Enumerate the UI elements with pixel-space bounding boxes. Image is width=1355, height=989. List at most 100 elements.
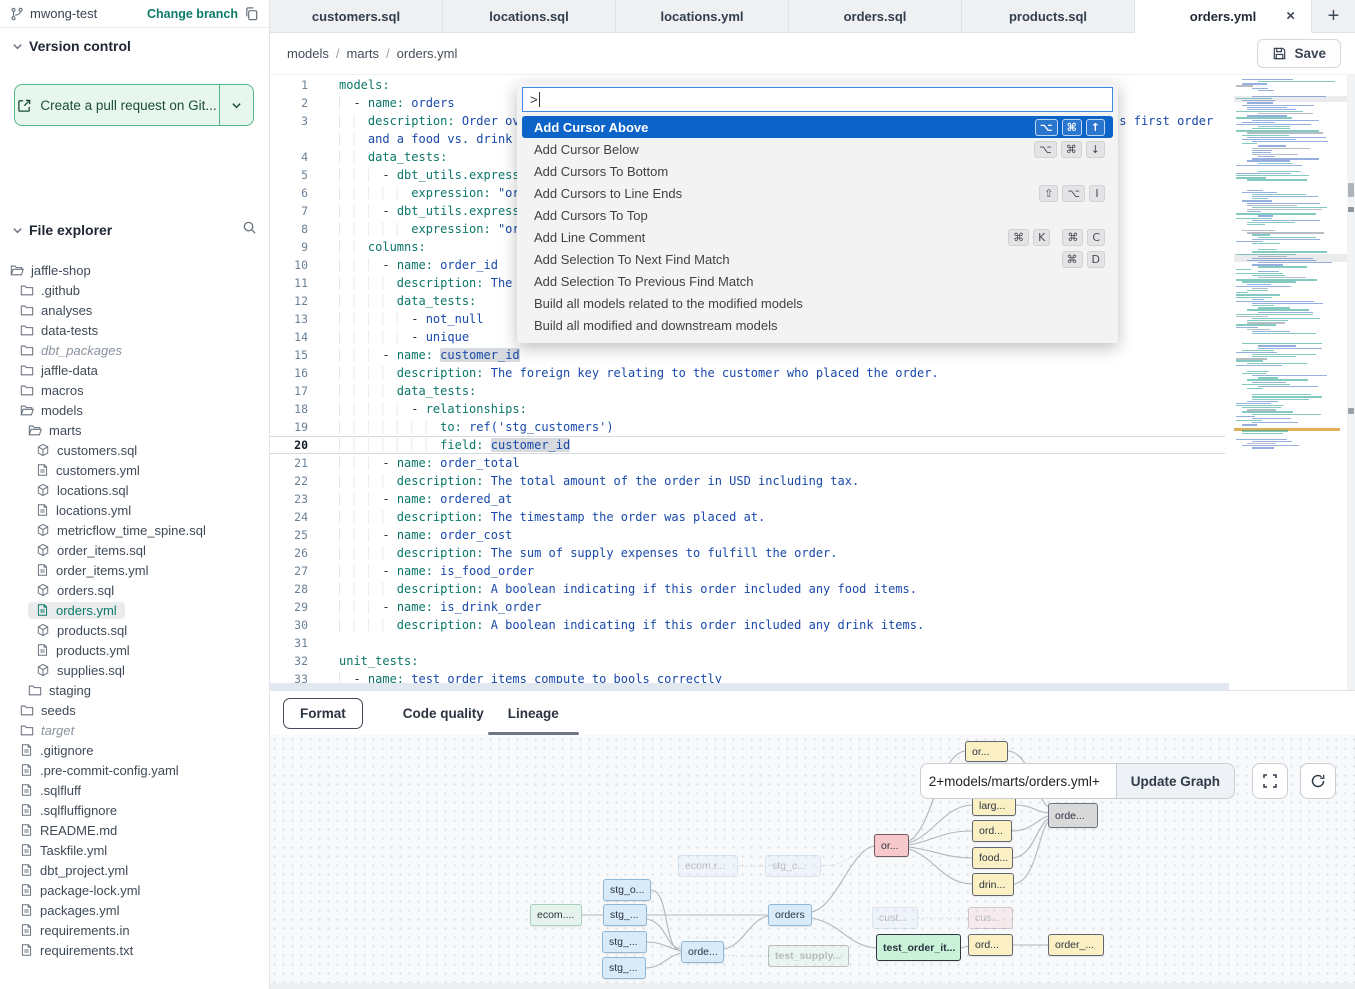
pr-button-caret[interactable]: [219, 85, 253, 125]
file-tree-item-locations.sql[interactable]: locations.sql: [0, 480, 269, 500]
code-line[interactable]: 17 data_tests:: [270, 382, 1225, 400]
file-search-icon[interactable]: [242, 220, 257, 235]
file-tree-item-.github[interactable]: .github: [0, 280, 269, 300]
code-line[interactable]: 27 - name: is_food_order: [270, 562, 1225, 580]
lineage-node-stg_[interactable]: stg_...: [602, 931, 647, 953]
tab-locations.sql[interactable]: locations.sql: [443, 0, 616, 32]
lineage-node-or[interactable]: or...: [965, 741, 1008, 762]
file-tree-item-packages.yml[interactable]: packages.yml: [0, 900, 269, 920]
breadcrumb-marts[interactable]: marts: [347, 46, 380, 61]
bottom-tab-lineage[interactable]: Lineage: [496, 693, 571, 734]
code-line[interactable]: 15 - name: customer_id: [270, 346, 1225, 364]
breadcrumb-file[interactable]: orders.yml: [397, 46, 458, 61]
file-tree-item-supplies.sql[interactable]: supplies.sql: [0, 660, 269, 680]
breadcrumb-models[interactable]: models: [287, 46, 329, 61]
new-tab-button[interactable]: +: [1312, 0, 1355, 32]
tab-orders.sql[interactable]: orders.sql: [789, 0, 962, 32]
file-tree-item-products.yml[interactable]: products.yml: [0, 640, 269, 660]
lineage-selector-input[interactable]: [920, 763, 1116, 799]
code-line[interactable]: 16 description: The foreign key relating…: [270, 364, 1225, 382]
file-tree-item-requirements.in[interactable]: requirements.in: [0, 920, 269, 940]
file-tree-item-metricflow_time_spine.sql[interactable]: metricflow_time_spine.sql: [0, 520, 269, 540]
code-line[interactable]: 23 - name: ordered_at: [270, 490, 1225, 508]
palette-item-add-cursor-below[interactable]: Add Cursor Below⌥⌘↓: [522, 138, 1113, 160]
file-tree-item-.sqlfluffignore[interactable]: .sqlfluffignore: [0, 800, 269, 820]
file-tree-item-staging[interactable]: staging: [0, 680, 269, 700]
lineage-node-ecomr[interactable]: ecom.r...: [678, 855, 738, 877]
lineage-node-stg_o[interactable]: stg_o...: [603, 879, 651, 901]
file-tree-item-orders.yml[interactable]: orders.yml: [0, 600, 269, 620]
lineage-node-stg_[interactable]: stg_...: [602, 957, 646, 979]
fullscreen-button[interactable]: [1252, 763, 1288, 799]
change-branch-link[interactable]: Change branch: [147, 7, 238, 21]
file-tree-item-customers.sql[interactable]: customers.sql: [0, 440, 269, 460]
code-line[interactable]: 29 - name: is_drink_order: [270, 598, 1225, 616]
code-line[interactable]: 28 description: A boolean indicating if …: [270, 580, 1225, 598]
editor-hscrollbar[interactable]: [270, 683, 1229, 690]
lineage-node-ord[interactable]: ord...: [968, 934, 1013, 956]
palette-item-add-selection-to-next-find-match[interactable]: Add Selection To Next Find Match⌘D: [522, 248, 1113, 270]
lineage-node-cust[interactable]: cust...: [872, 907, 918, 929]
code-line[interactable]: 18 - relationships:: [270, 400, 1225, 418]
palette-item-build-all-modified-and-downstream-models[interactable]: Build all modified and downstream models: [522, 314, 1113, 336]
lineage-node-drin[interactable]: drin...: [972, 873, 1014, 896]
code-line[interactable]: 22 description: The total amount of the …: [270, 472, 1225, 490]
code-line[interactable]: 31: [270, 634, 1225, 652]
refresh-button[interactable]: [1300, 763, 1336, 799]
file-tree-item-analyses[interactable]: analyses: [0, 300, 269, 320]
file-tree-item-marts[interactable]: marts: [0, 420, 269, 440]
code-line[interactable]: 26 description: The sum of supply expens…: [270, 544, 1225, 562]
editor-scrollbar[interactable]: [1347, 75, 1355, 690]
lineage-node-orde[interactable]: orde...: [1048, 803, 1098, 828]
lineage-node-test_order_it[interactable]: test_order_it...: [876, 934, 961, 961]
tab-customers.sql[interactable]: customers.sql: [270, 0, 443, 32]
lineage-node-orders[interactable]: orders: [768, 904, 812, 926]
file-tree-item-data-tests[interactable]: data-tests: [0, 320, 269, 340]
lineage-node-orde[interactable]: orde...: [681, 941, 724, 963]
file-tree-item-seeds[interactable]: seeds: [0, 700, 269, 720]
lineage-node-stg_c[interactable]: stg_c...: [765, 855, 821, 877]
lineage-node-food[interactable]: food...: [972, 847, 1013, 869]
close-tab-icon[interactable]: ×: [1286, 9, 1295, 24]
file-tree-item-README.md[interactable]: README.md: [0, 820, 269, 840]
save-button[interactable]: Save: [1257, 39, 1341, 68]
lineage-node-order_[interactable]: order_...: [1048, 934, 1104, 956]
palette-item-build-all-models-related-to-the-modified-models[interactable]: Build all models related to the modified…: [522, 292, 1113, 314]
file-tree-item-package-lock.yml[interactable]: package-lock.yml: [0, 880, 269, 900]
code-line[interactable]: 24 description: The timestamp the order …: [270, 508, 1225, 526]
minimap[interactable]: [1234, 76, 1347, 458]
palette-item-add-line-comment[interactable]: Add Line Comment⌘K⌘C: [522, 226, 1113, 248]
file-tree-item-order_items.yml[interactable]: order_items.yml: [0, 560, 269, 580]
bottom-tab-code-quality[interactable]: Code quality: [391, 693, 496, 734]
file-tree-item-jaffle-data[interactable]: jaffle-data: [0, 360, 269, 380]
palette-item-add-cursors-to-bottom[interactable]: Add Cursors To Bottom: [522, 160, 1113, 182]
lineage-node-test_supply[interactable]: test_supply...: [768, 945, 849, 967]
file-explorer-header[interactable]: File explorer: [12, 222, 112, 238]
lineage-node-cus[interactable]: cus...: [968, 907, 1013, 929]
code-line[interactable]: 20 field: customer_id: [270, 436, 1225, 454]
lineage-node-ecom[interactable]: ecom....: [530, 904, 582, 926]
palette-item-add-selection-to-previous-find-match[interactable]: Add Selection To Previous Find Match: [522, 270, 1113, 292]
code-line[interactable]: 25 - name: order_cost: [270, 526, 1225, 544]
file-tree-item-target[interactable]: target: [0, 720, 269, 740]
file-tree-item-.pre-commit-config.yaml[interactable]: .pre-commit-config.yaml: [0, 760, 269, 780]
file-tree-item-order_items.sql[interactable]: order_items.sql: [0, 540, 269, 560]
format-button[interactable]: Format: [283, 698, 363, 729]
update-graph-button[interactable]: Update Graph: [1116, 763, 1235, 799]
copy-icon[interactable]: [244, 6, 259, 21]
file-tree-item-products.sql[interactable]: products.sql: [0, 620, 269, 640]
file-tree-item-orders.sql[interactable]: orders.sql: [0, 580, 269, 600]
command-palette-input[interactable]: >: [522, 87, 1113, 112]
create-pull-request-button[interactable]: Create a pull request on Git...: [14, 84, 254, 126]
file-tree-item-dbt_packages[interactable]: dbt_packages: [0, 340, 269, 360]
file-tree-item-.gitignore[interactable]: .gitignore: [0, 740, 269, 760]
file-tree-item-.sqlfluff[interactable]: .sqlfluff: [0, 780, 269, 800]
file-tree-item-dbt_project.yml[interactable]: dbt_project.yml: [0, 860, 269, 880]
file-tree-item-requirements.txt[interactable]: requirements.txt: [0, 940, 269, 960]
code-line[interactable]: 30 description: A boolean indicating if …: [270, 616, 1225, 634]
palette-item-add-cursors-to-line-ends[interactable]: Add Cursors to Line Ends⇧⌥I: [522, 182, 1113, 204]
tab-orders.yml[interactable]: orders.yml×: [1135, 0, 1312, 33]
palette-item-add-cursor-above[interactable]: Add Cursor Above⌥⌘↑: [522, 116, 1113, 138]
file-tree-item-customers.yml[interactable]: customers.yml: [0, 460, 269, 480]
code-line[interactable]: 32unit_tests:: [270, 652, 1225, 670]
